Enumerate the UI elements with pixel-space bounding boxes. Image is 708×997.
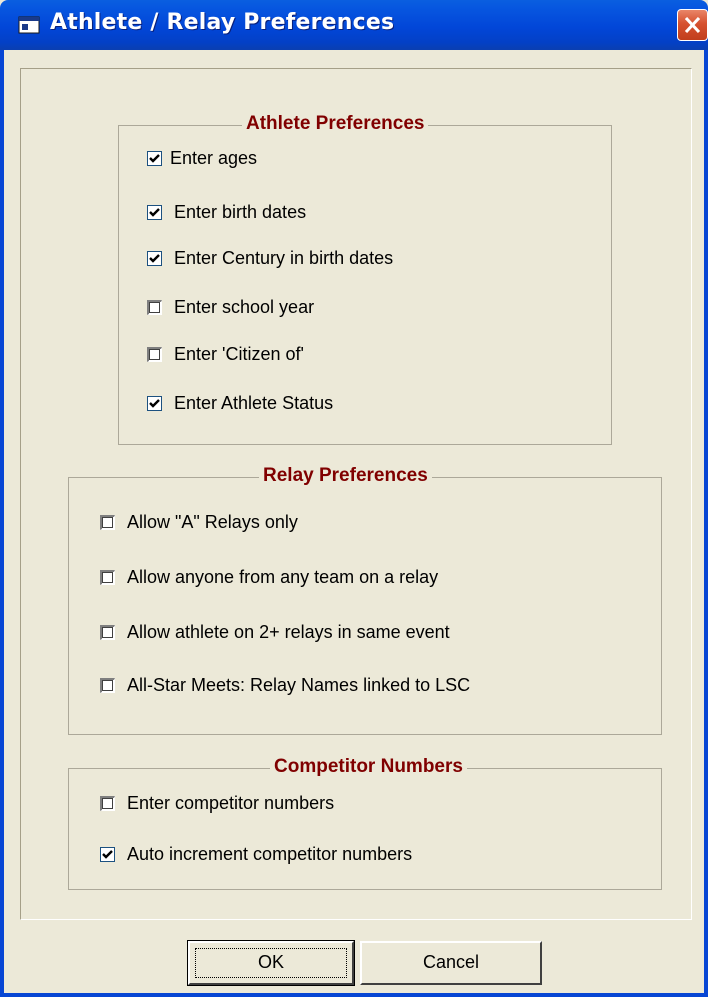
- checkbox-allow-a-relays-only[interactable]: Allow "A" Relays only: [100, 510, 298, 534]
- checkbox-label: Allow "A" Relays only: [127, 511, 298, 532]
- window-frame-bottom: [0, 993, 708, 997]
- window-title: Athlete / Relay Preferences: [50, 10, 395, 35]
- close-button[interactable]: [677, 9, 708, 41]
- athlete-preferences-title: Athlete Preferences: [242, 113, 429, 135]
- checkmark-icon: [149, 153, 160, 163]
- checkbox-label: All-Star Meets: Relay Names linked to LS…: [127, 674, 471, 695]
- checkbox-allow-athlete-2-relays[interactable]: Allow athlete on 2+ relays in same event: [100, 620, 450, 644]
- checkbox-box[interactable]: [147, 346, 162, 362]
- window-frame-left: [0, 50, 4, 997]
- checkbox-enter-birth-dates[interactable]: Enter birth dates: [147, 200, 306, 224]
- close-icon: [685, 17, 700, 33]
- cancel-button[interactable]: Cancel: [360, 941, 542, 985]
- checkbox-label: Allow athlete on 2+ relays in same event: [127, 621, 450, 642]
- checkbox-box[interactable]: [100, 795, 115, 811]
- checkbox-label: Auto increment competitor numbers: [127, 843, 413, 864]
- checkbox-box[interactable]: [147, 299, 162, 315]
- checkmark-icon: [102, 849, 113, 859]
- competitor-numbers-group: [68, 768, 662, 890]
- cancel-button-label: Cancel: [422, 952, 480, 972]
- checkbox-box[interactable]: [147, 150, 162, 166]
- checkbox-box[interactable]: [100, 514, 115, 530]
- checkbox-box[interactable]: [100, 846, 115, 862]
- checkbox-box[interactable]: [147, 250, 162, 266]
- checkbox-label: Enter Athlete Status: [174, 392, 334, 413]
- checkbox-enter-school-year[interactable]: Enter school year: [147, 295, 314, 319]
- checkbox-box[interactable]: [100, 569, 115, 585]
- checkbox-enter-competitor-numbers[interactable]: Enter competitor numbers: [100, 791, 334, 815]
- checkbox-box[interactable]: [100, 624, 115, 640]
- checkbox-label: Allow anyone from any team on a relay: [127, 566, 439, 587]
- checkmark-icon: [149, 398, 160, 408]
- checkbox-label: Enter 'Citizen of': [174, 343, 304, 364]
- checkbox-enter-ages[interactable]: Enter ages: [147, 146, 257, 170]
- checkbox-allow-anyone-any-team[interactable]: Allow anyone from any team on a relay: [100, 565, 438, 589]
- checkbox-all-star-relay-names[interactable]: All-Star Meets: Relay Names linked to LS…: [100, 673, 470, 697]
- checkbox-label: Enter competitor numbers: [127, 792, 335, 813]
- relay-preferences-title: Relay Preferences: [259, 465, 432, 487]
- checkmark-icon: [149, 207, 160, 217]
- checkbox-box[interactable]: [147, 395, 162, 411]
- window-frame-right: [704, 50, 708, 997]
- checkbox-label: Enter birth dates: [174, 201, 307, 222]
- checkmark-icon: [149, 253, 160, 263]
- checkbox-auto-increment-competitor-numbers[interactable]: Auto increment competitor numbers: [100, 842, 412, 866]
- checkbox-box[interactable]: [147, 204, 162, 220]
- checkbox-enter-century[interactable]: Enter Century in birth dates: [147, 246, 393, 270]
- checkbox-label: Enter ages: [170, 147, 258, 168]
- app-window-icon: [18, 16, 40, 34]
- checkbox-label: Enter school year: [174, 296, 315, 317]
- focus-rect: [195, 948, 347, 978]
- competitor-numbers-title: Competitor Numbers: [270, 756, 467, 778]
- ok-button[interactable]: OK: [187, 940, 355, 986]
- title-bar[interactable]: Athlete / Relay Preferences: [0, 0, 708, 50]
- checkbox-label: Enter Century in birth dates: [174, 247, 394, 268]
- checkbox-enter-citizen-of[interactable]: Enter 'Citizen of': [147, 342, 304, 366]
- preferences-dialog: Athlete / Relay Preferences Athlete Pref…: [0, 0, 708, 997]
- checkbox-enter-athlete-status[interactable]: Enter Athlete Status: [147, 391, 333, 415]
- checkbox-box[interactable]: [100, 677, 115, 693]
